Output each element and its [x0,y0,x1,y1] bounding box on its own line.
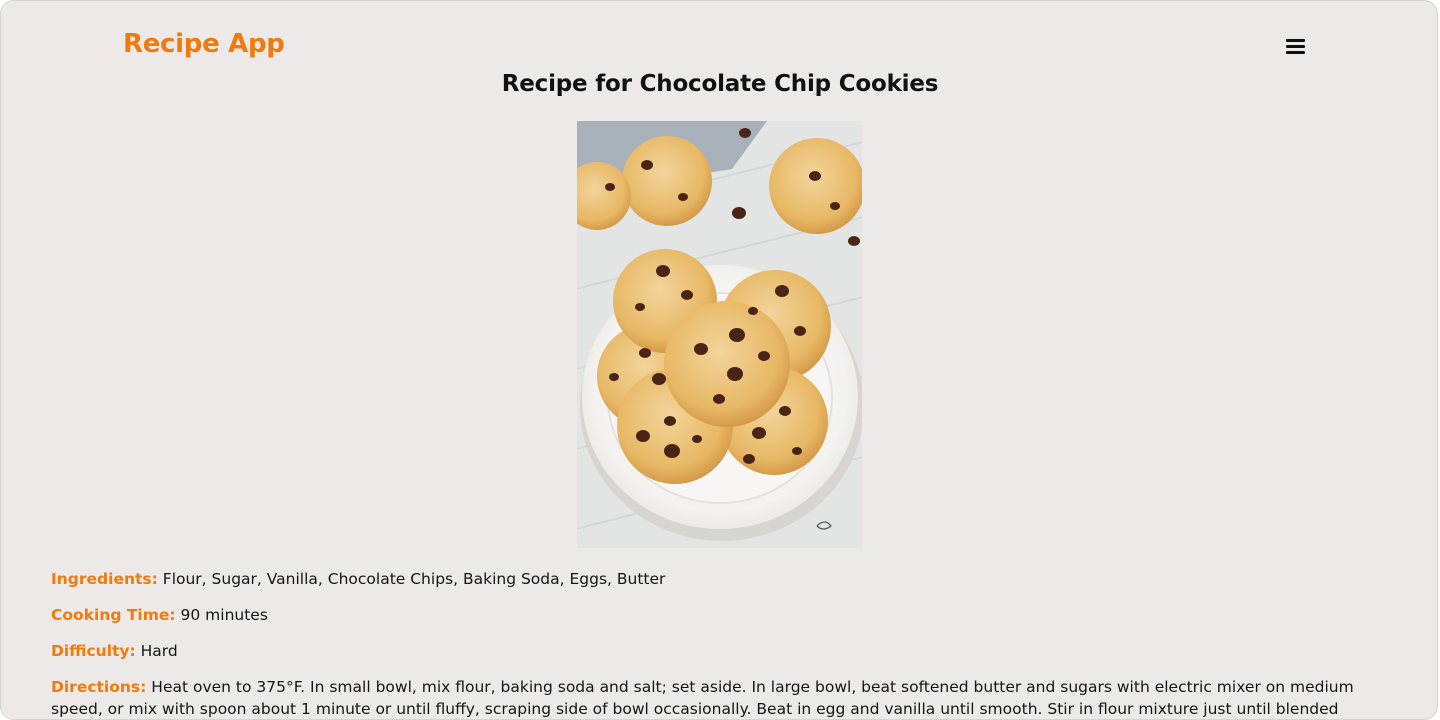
brand-logo[interactable]: Recipe App [123,29,285,59]
chocolate-chip-cookies-photo [577,121,862,548]
app-window: Recipe App Recipe for Chocolate Chip Coo… [0,0,1438,720]
cooking-time-label: Cooking Time: [51,606,176,624]
ingredients-label: Ingredients: [51,570,158,588]
difficulty-row: Difficulty: Hard [51,640,1391,662]
menu-line [1286,51,1305,54]
difficulty-value: Hard [140,642,178,660]
directions-label: Directions: [51,678,147,696]
header: Recipe App [1,1,1437,71]
recipe-photo [577,121,862,548]
page-title: Recipe for Chocolate Chip Cookies [501,71,939,97]
menu-line [1286,45,1305,48]
cooking-time-value: 90 minutes [180,606,268,624]
ingredients-row: Ingredients: Flour, Sugar, Vanilla, Choc… [51,568,1391,590]
ingredients-value: Flour, Sugar, Vanilla, Chocolate Chips, … [162,570,666,588]
difficulty-label: Difficulty: [51,642,136,660]
hamburger-menu-icon[interactable] [1286,38,1306,56]
recipe-details: Ingredients: Flour, Sugar, Vanilla, Choc… [51,568,1391,719]
cooking-time-row: Cooking Time: 90 minutes [51,604,1391,626]
menu-line [1286,39,1305,42]
directions-row: Directions: Heat oven to 375°F. In small… [51,676,1371,719]
directions-value: Heat oven to 375°F. In small bowl, mix f… [51,678,1354,718]
